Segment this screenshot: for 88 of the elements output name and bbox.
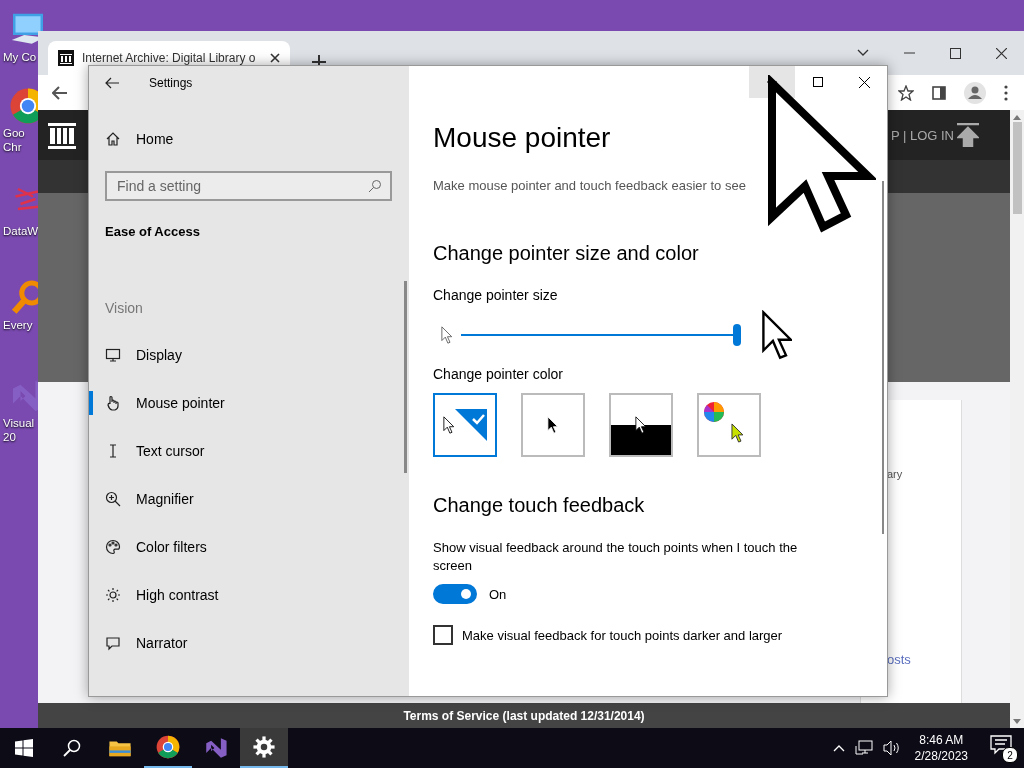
nav-item[interactable]: Mouse pointer — [89, 379, 409, 427]
scroll-up-icon[interactable] — [1013, 115, 1021, 120]
login-link[interactable]: P | LOG IN — [890, 127, 954, 143]
large-pointer-icon — [761, 310, 793, 360]
nav-item[interactable]: Display — [89, 331, 409, 379]
pointer-color-option[interactable] — [521, 393, 585, 457]
notification-badge: 2 — [1002, 747, 1018, 763]
desktop-icon-label: 20 — [2, 430, 16, 444]
card-link[interactable]: osts — [887, 652, 961, 667]
back-arrow-icon[interactable] — [52, 85, 68, 100]
pointer-color-option[interactable] — [609, 393, 673, 457]
search-icon — [63, 739, 81, 757]
setting-label: Show visual feedback around the touch points when I touch the screen — [433, 539, 799, 575]
temple-logo-icon[interactable] — [48, 120, 76, 150]
close-icon[interactable] — [995, 47, 1007, 59]
pointer-color-option[interactable] — [433, 393, 497, 457]
speech-bubble-icon — [105, 635, 121, 651]
footer-text[interactable]: Terms of Service (last updated 12/31/2014) — [38, 703, 1010, 728]
speaker-icon[interactable] — [882, 740, 901, 756]
toggle-label: On — [489, 586, 507, 602]
palette-icon — [105, 539, 121, 555]
chevron-down-icon[interactable] — [857, 49, 869, 57]
temple-icon — [58, 50, 74, 66]
sun-icon — [105, 587, 121, 603]
setting-label: Change pointer size — [433, 286, 558, 305]
pointer-color-option[interactable] — [697, 393, 761, 457]
setting-label: Change pointer color — [433, 365, 563, 384]
nav-item[interactable]: Narrator — [89, 619, 409, 667]
star-icon[interactable] — [898, 84, 914, 101]
network-icon[interactable] — [854, 740, 873, 756]
desktop-icon-label: My Co — [2, 50, 37, 64]
selected-corner-icon — [454, 409, 487, 441]
color-wheel-icon — [703, 401, 725, 423]
arrow-pointer-icon — [635, 416, 647, 434]
page-heading: Mouse pointer — [433, 121, 611, 155]
circle-logo-icon — [155, 734, 181, 760]
page-description: Make mouse pointer and touch feedback easier to see — [433, 177, 746, 195]
scroll-thumb[interactable] — [1012, 122, 1022, 214]
window-title: Settings — [149, 76, 193, 90]
sidebar-icon[interactable] — [932, 85, 946, 100]
upload-icon[interactable] — [957, 123, 979, 147]
profile-icon[interactable] — [964, 81, 986, 104]
close-icon[interactable] — [270, 53, 280, 63]
search-icon — [368, 179, 382, 193]
maximize-icon[interactable] — [813, 77, 823, 87]
slider-thumb[interactable] — [733, 324, 742, 346]
small-pointer-icon — [441, 326, 453, 344]
nav-item[interactable]: High contrast — [89, 571, 409, 619]
clock-time: 8:46 AM — [919, 732, 964, 748]
desktop-icon-label: Goo — [2, 126, 25, 140]
gear-icon — [251, 734, 277, 760]
category-title: Ease of Access — [105, 223, 201, 241]
chevron-up-icon[interactable] — [832, 744, 845, 752]
clock[interactable]: 8:46 AM 2/28/2023 — [914, 732, 968, 764]
checkbox[interactable] — [433, 625, 453, 645]
zoom-in-icon — [105, 491, 121, 507]
menu-icon[interactable] — [1004, 84, 1008, 101]
scrollbar[interactable] — [1010, 110, 1024, 728]
arrow-pointer-icon — [547, 416, 559, 434]
home-item[interactable]: Home — [89, 127, 409, 151]
back-arrow-icon[interactable] — [105, 77, 119, 89]
scroll-down-icon[interactable] — [1013, 719, 1021, 724]
section-heading: Change touch feedback — [433, 493, 645, 518]
nav-item[interactable]: Magnifier — [89, 475, 409, 523]
checkbox-label: Make visual feedback for touch points darker and larger — [462, 627, 783, 643]
nav-item[interactable]: Text cursor — [89, 427, 409, 475]
arrow-pointer-icon — [443, 416, 455, 434]
desktop-icon-label: Every — [2, 318, 33, 332]
desktop-icon-label: Chr — [2, 140, 22, 154]
desktop-icon-label: Visual — [2, 416, 35, 430]
toggle-switch[interactable] — [433, 584, 477, 604]
section-heading: Change pointer size and color — [433, 241, 699, 266]
inverted-background — [611, 425, 671, 455]
size-slider[interactable] — [461, 324, 742, 346]
card-text: ary — [887, 468, 904, 480]
windows-logo-icon — [15, 739, 33, 757]
group-header: Vision — [105, 299, 144, 317]
search-field[interactable]: Find a setting — [105, 171, 392, 201]
hand-pointer-icon — [105, 395, 121, 411]
home-icon — [105, 131, 121, 147]
arrow-pointer-icon — [730, 423, 744, 443]
desktop-icon-label: DataW — [2, 224, 39, 238]
taskbar-app-button[interactable] — [240, 728, 288, 768]
maximize-icon[interactable] — [949, 47, 961, 59]
nav-item[interactable]: Color filters — [89, 523, 409, 571]
monitor-icon — [105, 347, 121, 363]
clock-date: 2/28/2023 — [914, 748, 968, 764]
close-icon[interactable] — [858, 76, 870, 88]
